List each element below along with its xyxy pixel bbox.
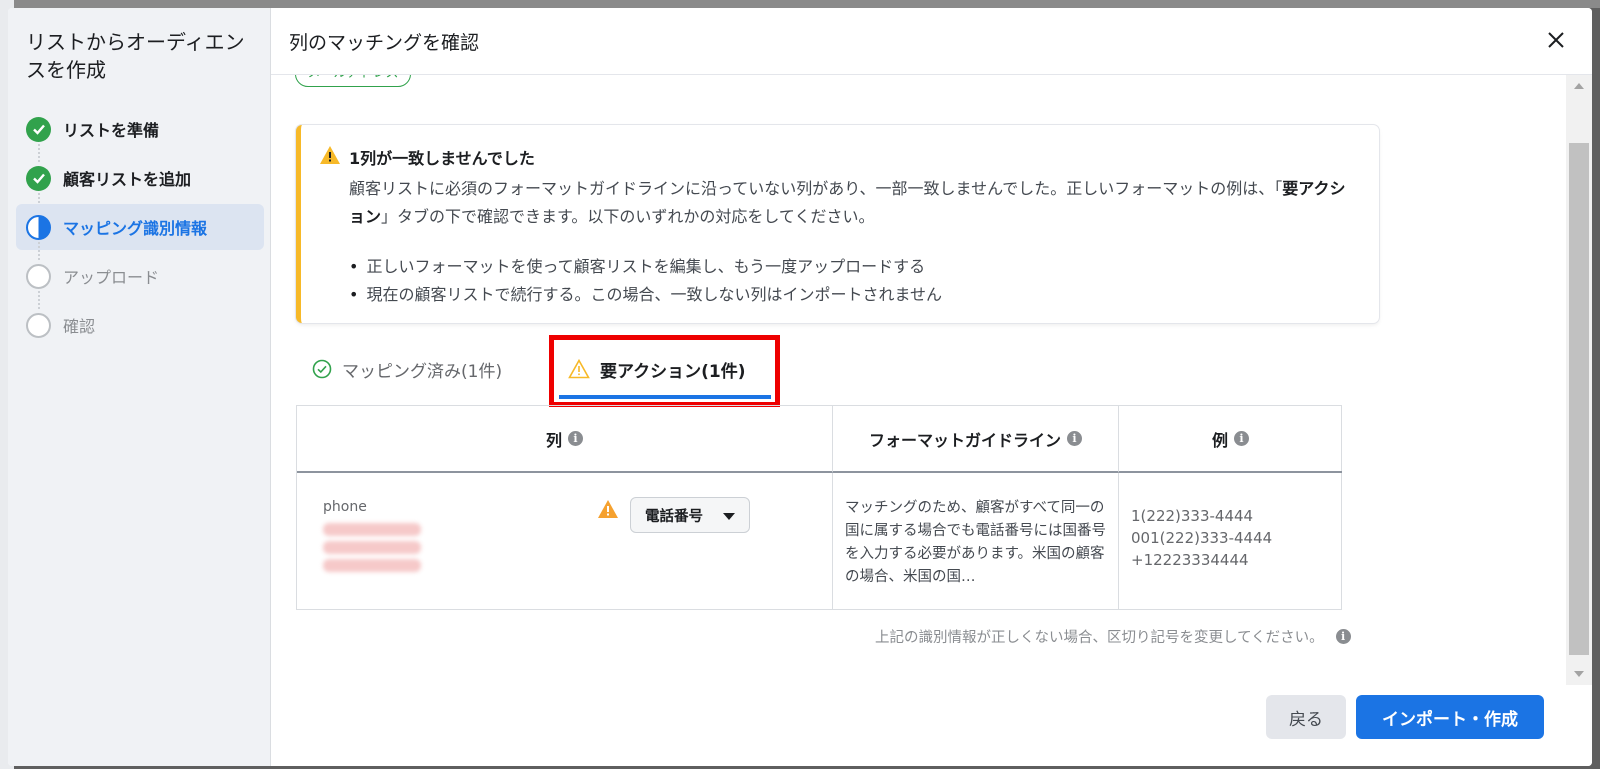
alert-body-text: 」タブの下で確認できます。以下のいずれかの対応をしてください。 [381,207,875,226]
modal-header: 列のマッチングを確認 [271,8,1592,75]
info-icon[interactable]: i [1067,431,1082,446]
example-value: +12223334444 [1131,551,1249,569]
header-column: 列i [297,406,832,473]
table-row: phone 電話番号 [297,473,832,610]
example-cell: 1(222)333-4444 001(222)333-4444 +1222333… [1118,473,1342,610]
modal-content: メールアドレス 1列が一致しませんでした 顧客リストに必須のフォーマットガイドラ… [271,75,1566,685]
delimiter-footnote: 上記の識別情報が正しくない場合、区切り記号を変更してください。 i [875,626,1351,647]
step-upload: アップロード [16,253,264,309]
half-circle-icon [26,214,51,240]
alert-title: 1列が一致しませんでした [349,149,535,168]
scroll-down-icon[interactable] [1574,671,1584,677]
step-label: 確認 [63,317,96,336]
annotation-highlight [549,335,780,407]
step-mapping[interactable]: マッピング識別情報 [16,204,264,260]
close-icon [1548,32,1564,48]
alert-body-text: 顧客リストに必須のフォーマットガイドラインに沿っていない列があり、一部一致しませ… [349,179,1283,198]
alert-option: 現在の顧客リストで続行する。この場合、一致しない列はインポートされません [349,281,942,309]
email-chip: メールアドレス [295,75,411,87]
mapping-tabs: マッピング済み(1件) 要アクション(1件) [296,335,896,407]
steps-list: リストを準備 顧客リストを追加 マッピング識別情報 アップロード 確認 [16,106,264,351]
redacted-value [323,559,421,572]
step-label: マッピング識別情報 [63,219,208,238]
alert-options: 正しいフォーマットを使って顧客リストを編集し、もう一度アップロードする 現在の顧… [349,253,942,309]
alert-option: 正しいフォーマットを使って顧客リストを編集し、もう一度アップロードする [349,253,942,281]
create-audience-modal: リストからオーディエンスを作成 リストを準備 顧客リストを追加 マッピング識別情… [8,8,1592,766]
example-value: 1(222)333-4444 [1131,507,1254,525]
step-add-customer-list[interactable]: 顧客リストを追加 [16,155,264,211]
tab-mapped[interactable]: マッピング済み(1件) [312,341,502,397]
redacted-value [323,523,421,536]
step-label: アップロード [63,268,160,287]
check-icon [26,165,51,191]
modal-footer: 戻る インポート・作成 [271,685,1592,766]
mapping-select-value: 電話番号 [645,508,703,525]
mapping-table: 列i フォーマットガイドライン i 例i phone 電話番号 マッチングのため、… [296,405,1342,610]
step-label: リストを準備 [63,121,160,140]
check-circle-icon [312,359,332,379]
alert-body: 顧客リストに必須のフォーマットガイドラインに沿っていない列があり、一部一致しませ… [349,175,1359,231]
empty-circle-icon [26,263,51,289]
step-confirm: 確認 [16,302,264,348]
footnote-text: 上記の識別情報が正しくない場合、区切り記号を変更してください。 [875,630,1324,646]
warning-icon [598,500,618,518]
warning-icon [320,146,340,164]
page-title: 列のマッチングを確認 [289,32,480,54]
info-icon[interactable]: i [1335,629,1351,644]
scroll-up-icon[interactable] [1574,83,1584,89]
step-label: 顧客リストを追加 [63,170,192,189]
empty-circle-icon [26,312,51,338]
steps-sidebar: リストからオーディエンスを作成 リストを準備 顧客リストを追加 マッピング識別情… [8,8,271,766]
header-example: 例i [1118,406,1342,473]
tab-label: マッピング済み(1件) [342,361,503,382]
mapping-select[interactable]: 電話番号 [630,497,750,533]
background-top [0,0,1600,8]
header-label: 例 [1211,430,1228,450]
example-value: 001(222)333-4444 [1131,529,1273,547]
import-create-button[interactable]: インポート・作成 [1356,695,1544,739]
info-icon[interactable]: i [1234,431,1249,446]
header-label: フォーマットガイドライン [868,430,1061,450]
scrollbar-thumb[interactable] [1569,143,1589,655]
back-button[interactable]: 戻る [1266,695,1346,739]
content-scrollbar[interactable] [1566,75,1592,685]
sidebar-title: リストからオーディエンスを作成 [26,30,245,82]
header-format: フォーマットガイドライン i [832,406,1118,473]
info-icon[interactable]: i [568,431,583,446]
check-icon [26,116,51,142]
close-button[interactable] [1544,28,1568,52]
step-prepare-list[interactable]: リストを準備 [16,106,264,162]
mismatch-alert: 1列が一致しませんでした 顧客リストに必須のフォーマットガイドラインに沿っていな… [296,125,1379,323]
column-name: phone [323,499,367,515]
redacted-value [323,541,421,554]
caret-down-icon [723,513,735,520]
format-guideline-cell: マッチングのため、顧客がすべて同一の国に属する場合でも電話番号には国番号を入力す… [832,473,1118,610]
header-label: 列 [545,430,562,450]
